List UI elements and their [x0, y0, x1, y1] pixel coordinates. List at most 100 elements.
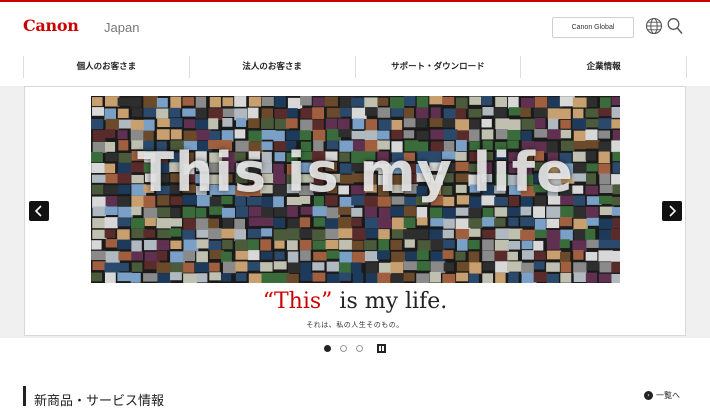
- collage-photo-tile: [378, 239, 389, 251]
- collage-photo-tile: [430, 218, 445, 227]
- collage-photo-tile: [365, 119, 378, 131]
- collage-photo-tile: [416, 273, 430, 283]
- collage-photo-tile: [572, 108, 584, 119]
- collage-photo-tile: [117, 262, 129, 272]
- carousel-dot-1[interactable]: [324, 344, 331, 352]
- carousel-dot-3[interactable]: [356, 344, 363, 352]
- canon-logo[interactable]: Canon: [23, 16, 79, 35]
- chevron-right-icon: [669, 205, 677, 217]
- collage-photo-tile: [507, 119, 521, 131]
- collage-photo-tile: [117, 130, 128, 140]
- header: Canon Japan Canon Global: [0, 2, 710, 50]
- collage-photo-tile: [560, 272, 572, 283]
- collage-photo-tile: [377, 97, 389, 106]
- collage-photo-tile: [287, 251, 299, 263]
- collage-photo-tile: [534, 96, 548, 108]
- collage-photo-tile: [351, 218, 362, 227]
- collage-photo-tile: [222, 239, 233, 250]
- collage-photo-tile: [429, 272, 441, 283]
- section-marker: [23, 386, 26, 406]
- collage-photo-tile: [495, 96, 508, 108]
- collage-photo-tile: [455, 108, 466, 119]
- collage-photo-tile: [235, 273, 247, 282]
- collage-photo-tile: [144, 261, 157, 270]
- global-nav: 個人のお客さま 法人のお客さま サポート・ダウンロード 企業情報: [23, 56, 687, 78]
- collage-photo-tile: [247, 107, 259, 120]
- collage-photo-tile: [403, 229, 418, 240]
- collage-photo-tile: [286, 130, 301, 141]
- collage-photo-tile: [157, 118, 171, 128]
- collage-photo-tile: [209, 262, 220, 272]
- carousel-pause-button[interactable]: [377, 344, 386, 353]
- collage-photo-tile: [365, 228, 380, 239]
- collage-photo-tile: [261, 207, 274, 219]
- collage-photo-tile: [260, 217, 274, 227]
- collage-photo-tile: [559, 108, 571, 120]
- collage-photo-tile: [222, 218, 234, 229]
- collage-photo-tile: [507, 261, 523, 272]
- collage-photo-tile: [521, 130, 532, 142]
- collage-photo-tile: [248, 250, 260, 261]
- collage-photo-tile: [274, 240, 285, 249]
- collage-photo-tile: [611, 228, 620, 241]
- carousel-dot-2[interactable]: [340, 344, 347, 352]
- collage-photo-tile: [131, 240, 142, 252]
- collage-photo-tile: [221, 251, 232, 263]
- collage-photo-tile: [403, 107, 414, 119]
- collage-photo-tile: [547, 118, 559, 130]
- collage-photo-tile: [117, 218, 131, 227]
- collage-photo-tile: [573, 229, 587, 241]
- collage-photo-tile: [586, 217, 600, 226]
- collage-photo-tile: [351, 207, 363, 217]
- collage-photo-tile: [287, 206, 298, 217]
- collage-photo-tile: [313, 217, 325, 227]
- canon-global-button[interactable]: Canon Global: [552, 17, 634, 38]
- collage-photo-tile: [183, 119, 196, 129]
- collage-photo-tile: [156, 240, 170, 251]
- collage-photo-tile: [92, 229, 107, 239]
- globe-icon[interactable]: [645, 17, 663, 35]
- collage-photo-tile: [131, 108, 143, 117]
- chevron-left-icon: [34, 205, 42, 217]
- collage-photo-tile: [468, 273, 479, 283]
- collage-photo-tile: [508, 217, 519, 227]
- collage-photo-tile: [326, 107, 342, 118]
- collage-photo-tile: [598, 250, 613, 262]
- nav-item-corporate[interactable]: 企業情報: [520, 56, 687, 78]
- collage-photo-tile: [105, 96, 120, 107]
- region-label: Japan: [104, 20, 140, 35]
- collage-photo-tile: [521, 250, 534, 260]
- search-icon[interactable]: [667, 17, 683, 35]
- collage-photo-tile: [156, 129, 170, 140]
- nav-item-business[interactable]: 法人のお客さま: [188, 56, 355, 78]
- collage-photo-tile: [312, 272, 326, 282]
- carousel-prev-button[interactable]: [29, 201, 49, 221]
- photo-collage-image[interactable]: This is my life: [91, 96, 620, 283]
- collage-photo-tile: [144, 240, 158, 251]
- collage-photo-tile: [404, 239, 415, 248]
- collage-photo-tile: [92, 206, 107, 217]
- collage-photo-tile: [312, 107, 325, 119]
- collage-photo-tile: [469, 96, 482, 105]
- carousel-next-button[interactable]: [662, 201, 682, 221]
- nav-item-personal[interactable]: 個人のお客さま: [23, 56, 189, 78]
- collage-photo-tile: [104, 229, 116, 238]
- collage-photo-tile: [248, 206, 262, 217]
- hero-headline: “This” is my life.: [0, 289, 710, 314]
- collage-photo-tile: [443, 239, 455, 249]
- collage-photo-tile: [117, 229, 130, 242]
- collage-photo-tile: [494, 107, 507, 118]
- collage-photo-tile: [403, 206, 416, 217]
- collage-photo-tile: [143, 207, 158, 219]
- collage-photo-tile: [560, 119, 571, 129]
- collage-photo-tile: [611, 97, 620, 106]
- collage-photo-tile: [364, 240, 377, 251]
- nav-item-support-download[interactable]: サポート・ダウンロード: [354, 56, 521, 78]
- collage-photo-tile: [391, 119, 403, 130]
- collage-photo-tile: [456, 272, 469, 282]
- collage-photo-tile: [221, 273, 232, 282]
- collage-photo-tile: [235, 118, 247, 127]
- collage-photo-tile: [196, 239, 209, 249]
- view-all-link[interactable]: › 一覧へ: [644, 390, 680, 401]
- collage-photo-tile: [325, 228, 340, 239]
